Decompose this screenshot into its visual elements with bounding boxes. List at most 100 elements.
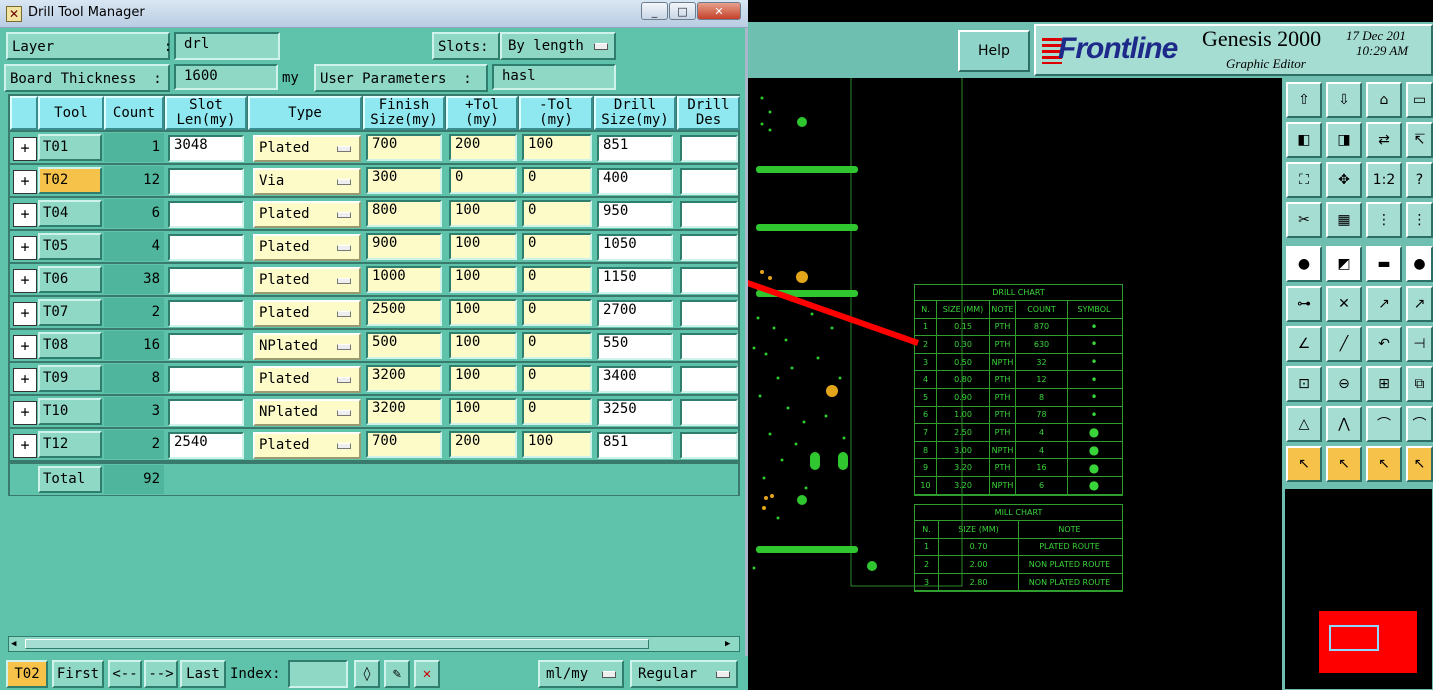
- type-menu[interactable]: Plated: [253, 300, 361, 327]
- scroll-right-icon[interactable]: ▶: [725, 639, 737, 649]
- drill-size-field[interactable]: 851: [597, 432, 673, 459]
- drill-size-field[interactable]: 851: [597, 135, 673, 162]
- minus-tol-field[interactable]: 0: [522, 299, 592, 326]
- first-button[interactable]: First: [52, 660, 104, 688]
- tool-button[interactable]: T07: [38, 299, 102, 326]
- drill-size-field[interactable]: 3400: [597, 366, 673, 393]
- layers-icon[interactable]: ⋮: [1366, 202, 1402, 238]
- plus-tol-field[interactable]: 100: [449, 200, 517, 227]
- layer-field[interactable]: drl: [174, 32, 280, 60]
- plus-tol-field[interactable]: 100: [449, 398, 517, 425]
- minus-tol-field[interactable]: 0: [522, 200, 592, 227]
- plus-tol-field[interactable]: 100: [449, 233, 517, 260]
- tool-button[interactable]: T09: [38, 365, 102, 392]
- select-path-icon[interactable]: ↖: [1406, 446, 1433, 482]
- fit-icon[interactable]: ⛶: [1286, 162, 1322, 198]
- scroll-thumb[interactable]: [25, 639, 649, 649]
- type-menu[interactable]: Plated: [253, 267, 361, 294]
- type-menu[interactable]: Plated: [253, 366, 361, 393]
- slot-length-field[interactable]: [168, 333, 244, 360]
- expand-icon[interactable]: +: [13, 236, 37, 260]
- finish-size-field[interactable]: 3200: [366, 398, 442, 425]
- slot-length-field[interactable]: [168, 267, 244, 294]
- zoom-up-icon[interactable]: ⇧: [1286, 82, 1322, 118]
- expand-icon[interactable]: +: [13, 203, 37, 227]
- plus-tol-field[interactable]: 200: [449, 134, 517, 161]
- minus-tol-field[interactable]: 100: [522, 431, 592, 458]
- plus-tol-field[interactable]: 100: [449, 332, 517, 359]
- layers-alt-icon[interactable]: ⋮: [1406, 202, 1433, 238]
- type-menu[interactable]: Plated: [253, 135, 361, 162]
- dot-icon[interactable]: ●: [1406, 246, 1433, 282]
- tool-button[interactable]: T10: [38, 398, 102, 425]
- swap-icon[interactable]: ⇄: [1366, 122, 1402, 158]
- tool-button[interactable]: T06: [38, 266, 102, 293]
- tool-button[interactable]: T04: [38, 200, 102, 227]
- drill-des-field[interactable]: [680, 333, 738, 360]
- pan-right-icon[interactable]: ◨: [1326, 122, 1362, 158]
- peak-icon[interactable]: ⋀: [1326, 406, 1362, 442]
- tool-button[interactable]: T01: [38, 134, 102, 161]
- plus-tol-field[interactable]: 100: [449, 266, 517, 293]
- type-menu[interactable]: NPlated: [253, 399, 361, 426]
- minimize-button[interactable]: _: [641, 2, 668, 20]
- mode-menu[interactable]: Regular: [630, 660, 738, 688]
- expand-icon[interactable]: +: [13, 269, 37, 293]
- drill-size-field[interactable]: 1150: [597, 267, 673, 294]
- arch-alt-icon[interactable]: ⌒: [1406, 406, 1433, 442]
- expand-icon[interactable]: +: [13, 302, 37, 326]
- plus-tol-field[interactable]: 100: [449, 299, 517, 326]
- drill-des-field[interactable]: [680, 168, 738, 195]
- select-box-icon[interactable]: ↖: [1326, 446, 1362, 482]
- split-icon[interactable]: ⊣: [1406, 326, 1433, 362]
- select-rotate-icon[interactable]: ↖: [1366, 446, 1402, 482]
- slot-length-field[interactable]: [168, 234, 244, 261]
- type-menu[interactable]: Via: [253, 168, 361, 195]
- next-button[interactable]: -->: [144, 660, 178, 688]
- pan-left-icon[interactable]: ◧: [1286, 122, 1322, 158]
- panel-icon[interactable]: ▭: [1406, 82, 1433, 118]
- arrow-dot-icon[interactable]: ↗: [1366, 286, 1402, 322]
- index-field[interactable]: [288, 660, 348, 688]
- triangle-icon[interactable]: △: [1286, 406, 1322, 442]
- plus-tol-field[interactable]: 0: [449, 167, 517, 194]
- finish-size-field[interactable]: 2500: [366, 299, 442, 326]
- minus-tol-field[interactable]: 100: [522, 134, 592, 161]
- cross-icon[interactable]: ✕: [1326, 286, 1362, 322]
- expand-icon[interactable]: +: [13, 335, 37, 359]
- drill-des-field[interactable]: [680, 300, 738, 327]
- pad-icon[interactable]: ●: [1286, 246, 1322, 282]
- group-icon[interactable]: ⧉: [1406, 366, 1433, 402]
- slot-length-field[interactable]: [168, 399, 244, 426]
- tool-button[interactable]: T12: [38, 431, 102, 458]
- minus-icon[interactable]: ⊖: [1326, 366, 1362, 402]
- center-icon[interactable]: ✥: [1326, 162, 1362, 198]
- tool-button[interactable]: T08: [38, 332, 102, 359]
- slot-length-field[interactable]: [168, 366, 244, 393]
- drill-size-field[interactable]: 400: [597, 168, 673, 195]
- expand-icon[interactable]: +: [13, 170, 37, 194]
- type-menu[interactable]: Plated: [253, 234, 361, 261]
- question-icon[interactable]: ?: [1406, 162, 1433, 198]
- minus-tol-field[interactable]: 0: [522, 167, 592, 194]
- drill-des-field[interactable]: [680, 201, 738, 228]
- drill-size-field[interactable]: 3250: [597, 399, 673, 426]
- type-menu[interactable]: Plated: [253, 432, 361, 459]
- board-thickness-field[interactable]: 1600: [174, 64, 278, 90]
- diagonal-icon[interactable]: ╱: [1326, 326, 1362, 362]
- drill-des-field[interactable]: [680, 267, 738, 294]
- home-icon[interactable]: ⌂: [1366, 82, 1402, 118]
- undo-icon[interactable]: ↶: [1366, 326, 1402, 362]
- expand-icon[interactable]: +: [13, 137, 37, 161]
- drill-size-field[interactable]: 2700: [597, 300, 673, 327]
- minus-tol-field[interactable]: 0: [522, 398, 592, 425]
- lightbulb-icon[interactable]: ◊: [354, 660, 380, 688]
- expand-icon[interactable]: +: [13, 401, 37, 425]
- one-to-one-icon[interactable]: 1:2: [1366, 162, 1402, 198]
- plus-tol-field[interactable]: 100: [449, 365, 517, 392]
- slot-length-field[interactable]: 3048: [168, 135, 244, 162]
- close-button[interactable]: ✕: [697, 2, 741, 20]
- snap-icon[interactable]: ⊡: [1286, 366, 1322, 402]
- minus-tol-field[interactable]: 0: [522, 332, 592, 359]
- drill-des-field[interactable]: [680, 234, 738, 261]
